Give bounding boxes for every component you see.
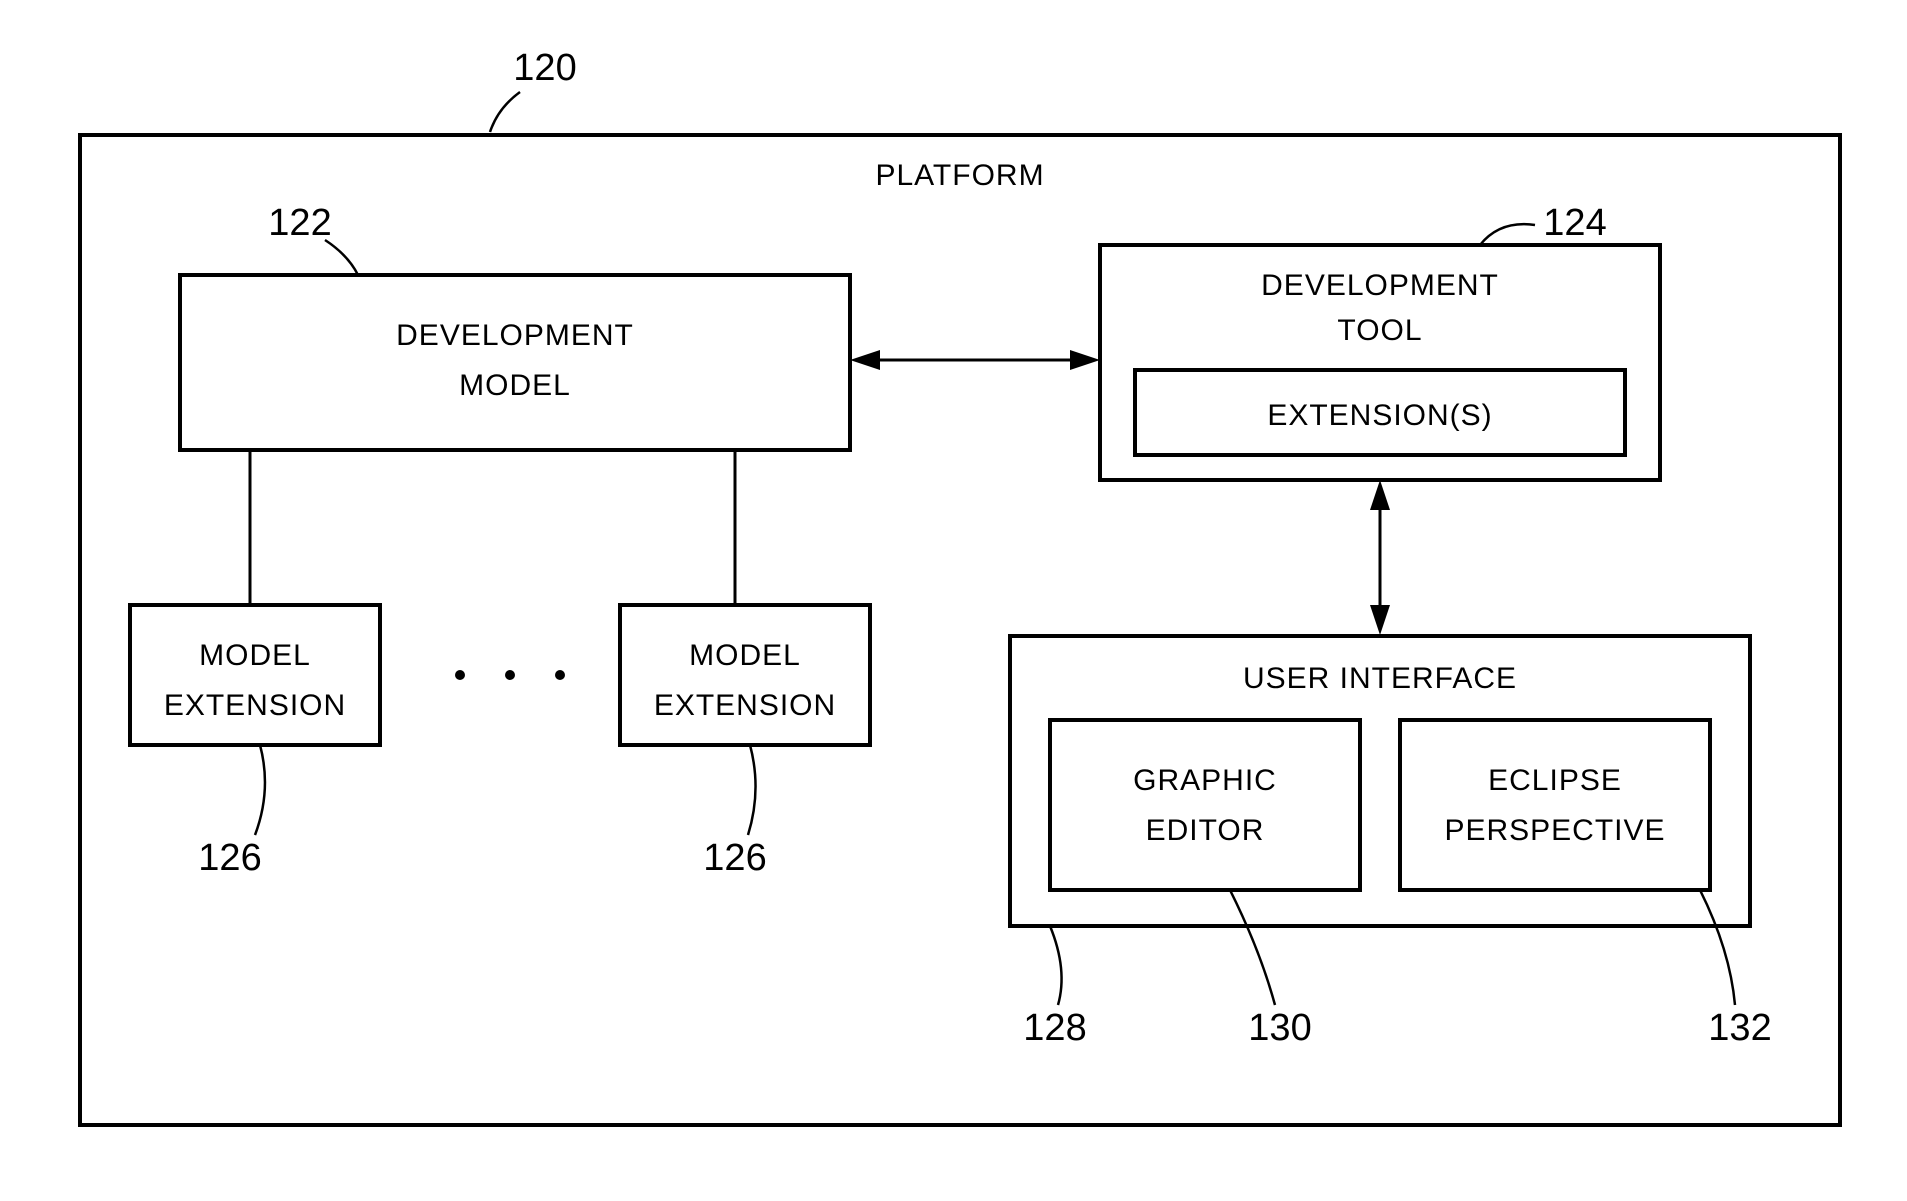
dev-model-line1: DEVELOPMENT (396, 319, 634, 352)
ui-label: USER INTERFACE (1243, 662, 1517, 695)
graphic-editor-refnum: 130 (1248, 1007, 1311, 1049)
ui-refnum: 128 (1023, 1007, 1086, 1049)
leader-128 (1050, 926, 1062, 1005)
model-ext-left-line1: MODEL (199, 639, 311, 672)
eclipse-refnum: 132 (1708, 1007, 1771, 1049)
dev-model-line2: MODEL (459, 369, 571, 402)
leader-130 (1230, 890, 1275, 1005)
graphic-editor-line2: EDITOR (1146, 814, 1265, 847)
model-ext-right-box (620, 605, 870, 745)
model-ext-left-line2: EXTENSION (164, 689, 346, 722)
dev-model-refnum: 122 (268, 202, 331, 244)
leader-132 (1700, 890, 1735, 1005)
eclipse-box (1400, 720, 1710, 890)
model-ext-right-line1: MODEL (689, 639, 801, 672)
leader-124 (1480, 224, 1535, 245)
ellipsis-dot2 (505, 670, 515, 680)
leader-122 (325, 240, 358, 275)
model-ext-left-refnum: 126 (198, 837, 261, 879)
model-ext-left-box (130, 605, 380, 745)
dev-tool-line2: TOOL (1337, 314, 1422, 347)
diagram-root: PLATFORM 120 DEVELOPMENT MODEL 122 MODEL… (0, 0, 1907, 1201)
graphic-editor-box (1050, 720, 1360, 890)
extensions-label: EXTENSION(S) (1267, 399, 1492, 432)
arrowhead-up-2 (1370, 480, 1390, 510)
arrowhead-left-1 (850, 350, 880, 370)
leader-120 (490, 92, 520, 132)
leader-126-left (255, 745, 265, 835)
arrowhead-right-1 (1070, 350, 1100, 370)
arrowhead-down-2 (1370, 605, 1390, 635)
graphic-editor-line1: GRAPHIC (1133, 764, 1277, 797)
platform-label: PLATFORM (875, 159, 1044, 192)
dev-tool-refnum: 124 (1543, 202, 1606, 244)
eclipse-line2: PERSPECTIVE (1444, 814, 1665, 847)
model-ext-right-line2: EXTENSION (654, 689, 836, 722)
eclipse-line1: ECLIPSE (1488, 764, 1622, 797)
platform-box (80, 135, 1840, 1125)
dev-tool-line1: DEVELOPMENT (1261, 269, 1499, 302)
model-ext-right-refnum: 126 (703, 837, 766, 879)
leader-126-right (748, 745, 756, 835)
ellipsis-dot1 (455, 670, 465, 680)
platform-refnum: 120 (513, 47, 576, 89)
dev-model-box (180, 275, 850, 450)
ellipsis-dot3 (555, 670, 565, 680)
